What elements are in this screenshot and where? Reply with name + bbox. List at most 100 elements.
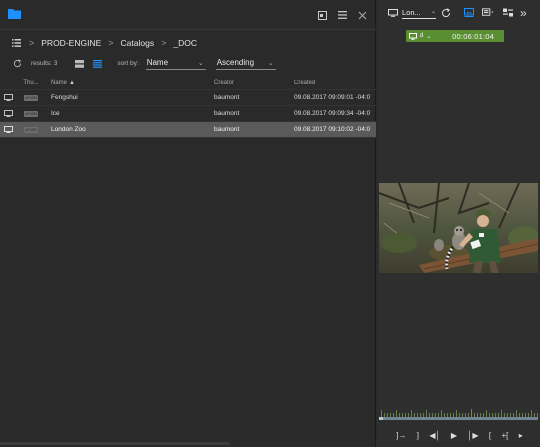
timeline-tick (507, 413, 508, 417)
playback-controls: ]→ ] ◀│ ▶ │▶ [ +[ ▸ (377, 428, 540, 442)
timecode-mode-label: d (420, 33, 424, 39)
row-thumbnail: AFWB (17, 126, 45, 133)
step-forward-icon[interactable]: │▶ (467, 431, 478, 440)
more-icon[interactable]: ▸ (519, 431, 523, 440)
source-select-value: Lon... (402, 7, 421, 17)
timeline-tick (453, 413, 454, 417)
column-header-name-label: Name (51, 79, 68, 86)
column-header-name[interactable]: Name ▲ (45, 80, 214, 86)
source-select[interactable]: Lon... ⌄ (402, 7, 436, 19)
row-monitor-icon[interactable] (0, 94, 17, 101)
sort-order-value: Ascending (216, 58, 255, 67)
monitor-icon (409, 32, 417, 40)
add-in-icon[interactable]: +[ (502, 431, 509, 440)
breadcrumb: > PROD-ENGINE > Catalogs > _DOC (10, 36, 197, 50)
column-header-thumb[interactable]: Thu... (17, 80, 45, 86)
results-count: results: 3 (31, 60, 58, 67)
mark-in-out-icon[interactable]: ]→ (396, 431, 406, 440)
row-created: 09.08.2017 09:09:01 -04:0 (294, 94, 371, 101)
timeline-tick (459, 413, 460, 417)
column-header-creator[interactable]: Creator (214, 80, 294, 86)
step-back-icon[interactable]: ◀│ (429, 431, 440, 440)
timeline-tick (438, 413, 439, 417)
row-created: 09.08.2017 09:10:02 -04:0 (294, 126, 371, 133)
timeline-tick (399, 413, 400, 417)
picture-icon[interactable] (463, 7, 475, 19)
timeline-tick (435, 413, 436, 417)
timeline-tick (519, 413, 520, 417)
timeline-tick (402, 413, 403, 417)
bracket-close-icon[interactable]: ] (417, 431, 419, 440)
row-name: Fengshui (51, 94, 78, 101)
chevron-down-icon: ⌄ (426, 33, 432, 40)
timeline-tick (474, 413, 475, 417)
chevron-down-icon: ⌄ (430, 8, 436, 15)
list-icon[interactable] (10, 37, 22, 49)
table-row[interactable]: AFWB Ice baumont 09.08.2017 09:09:34 -04… (0, 106, 376, 122)
table-row-selected[interactable]: AFWB London Zoo baumont 09.08.2017 09:10… (0, 122, 376, 138)
video-preview[interactable] (379, 183, 538, 273)
layout-icon[interactable] (482, 7, 494, 19)
timeline-tick (411, 410, 412, 417)
timeline-tick (444, 413, 445, 417)
timecode-mode[interactable]: d ⌄ (409, 32, 432, 40)
timecode-display[interactable]: d ⌄ 00:06:01:04 (406, 30, 504, 42)
chevron-right-icon: > (108, 38, 114, 48)
sort-ascending-icon: ▲ (69, 79, 75, 86)
breadcrumb-item-prod-engine[interactable]: PROD-ENGINE (41, 38, 101, 48)
column-header-created[interactable]: Created (294, 80, 374, 86)
video-frame-image (379, 183, 538, 273)
row-creator: baumont (214, 126, 240, 133)
chevron-down-icon: ⌄ (267, 60, 274, 67)
row-monitor-icon[interactable] (0, 126, 17, 133)
timeline-tick (534, 413, 535, 417)
timeline-tick (495, 413, 496, 417)
menu-icon[interactable] (336, 9, 348, 21)
timeline-tick (525, 413, 526, 417)
timecode-value: 00:06:01:04 (452, 31, 494, 41)
grid-view-icon[interactable] (73, 58, 85, 70)
chevron-right-icon: > (29, 38, 35, 48)
row-thumbnail: AFWB (17, 94, 45, 101)
monitor-icon[interactable] (387, 7, 399, 19)
timeline-ruler[interactable] (379, 406, 538, 420)
row-created: 09.08.2017 09:09:34 -04:0 (294, 110, 371, 117)
refresh-icon[interactable] (11, 58, 23, 70)
timeline-tick (405, 413, 406, 417)
timeline-tick (468, 413, 469, 417)
panel-toggle-icon[interactable] (316, 9, 328, 21)
timeline-tick (516, 410, 517, 417)
timeline-tick (423, 413, 424, 417)
timeline-tick (522, 413, 523, 417)
timeline-tick (498, 413, 499, 417)
sort-field-value: Name (146, 58, 169, 67)
thumbnail-chip: AFWB (24, 94, 38, 101)
timeline-tick (387, 413, 388, 417)
table-row[interactable]: AFWB Fengshui baumont 09.08.2017 09:09:0… (0, 90, 376, 106)
sort-field-select[interactable]: Name ⌄ (145, 57, 206, 70)
timeline-tick (492, 413, 493, 417)
double-chevron-right-icon[interactable]: » (520, 6, 527, 20)
sync-icon[interactable] (440, 7, 452, 19)
chevron-down-icon: ⌄ (197, 60, 204, 67)
results-table: Thu... Name ▲ Creator Created AFWB Fengsh… (0, 76, 376, 138)
row-monitor-icon[interactable] (0, 110, 17, 117)
settings-icon[interactable] (502, 7, 514, 19)
sort-order-select[interactable]: Ascending ⌄ (215, 57, 276, 70)
breadcrumb-item-catalogs[interactable]: Catalogs (121, 38, 155, 48)
list-view-icon[interactable] (91, 58, 103, 70)
timeline-scrubber[interactable] (379, 406, 538, 420)
table-header: Thu... Name ▲ Creator Created (0, 76, 376, 90)
row-name: London Zoo (51, 126, 86, 133)
folder-icon[interactable] (8, 8, 21, 19)
play-icon[interactable]: ▶ (451, 431, 457, 440)
breadcrumb-item-doc[interactable]: _DOC (173, 38, 197, 48)
horizontal-scrollbar[interactable] (0, 442, 230, 445)
timeline-tick (417, 413, 418, 417)
bracket-open-icon[interactable]: [ (489, 431, 491, 440)
timeline-tick (420, 413, 421, 417)
close-icon[interactable] (356, 9, 368, 21)
results-toolbar: results: 3 sort by: Name ⌄ Ascending ⌄ (0, 55, 376, 72)
timeline-tick (429, 413, 430, 417)
timeline-tick (477, 413, 478, 417)
